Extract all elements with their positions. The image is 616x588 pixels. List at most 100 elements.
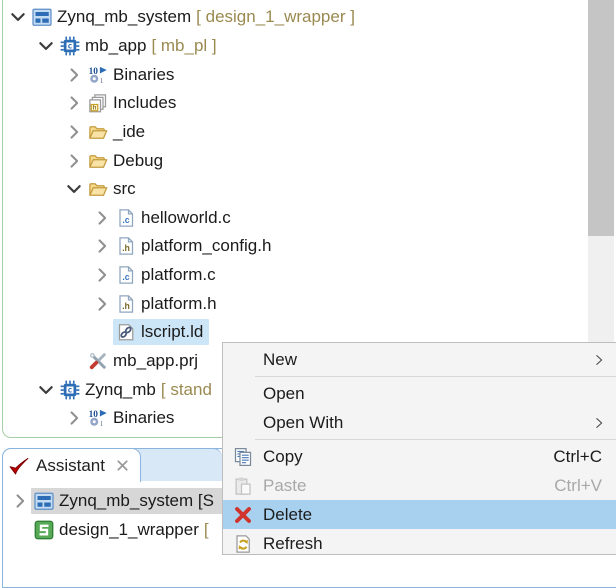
item-content: c mb_app[ mb_pl ] [57,33,223,59]
binaries-icon: 101 [87,407,109,429]
tree-item-zynq-mb-system[interactable]: Zynq_mb_system[ design_1_wrapper ] [3,3,616,32]
tree-item-label: Zynq_mb [85,380,156,400]
chevron-right-icon[interactable] [91,293,113,315]
twisty-spacer [9,519,31,541]
tree-item-mb-app[interactable]: c mb_app[ mb_pl ] [3,32,616,61]
tree-item-label: Zynq_mb_system [S [59,491,214,511]
submenu-arrow-icon [588,353,610,367]
chevron-right-icon[interactable] [91,264,113,286]
svg-text:.c: .c [122,272,129,282]
tab-assistant-label: Assistant [36,456,105,476]
chevron-down-icon[interactable] [63,178,85,200]
tree-item-label: Binaries [113,65,174,85]
item-content: .c platform.c [113,262,222,288]
menu-item-open-with[interactable]: Open With [223,408,616,437]
twisty-spacer [91,321,113,343]
chevron-down-icon[interactable] [35,379,57,401]
menu-separator [255,439,616,440]
svg-text:h: h [93,105,97,112]
svg-text:c: c [68,40,73,50]
chevron-right-icon[interactable] [63,64,85,86]
system-icon [33,490,55,512]
menu-item-refresh[interactable]: Refresh [223,529,616,555]
tree-item-suffix: [ mb_pl ] [151,36,216,56]
item-content: mb_app.prj [85,348,204,374]
tree-item-label: Binaries [113,408,174,428]
tree-item-helloworld-c[interactable]: .chelloworld.c [3,203,616,232]
tools-icon [87,350,109,372]
menu-item-label: Open [263,384,305,404]
tree-item-platform-config-h[interactable]: .hplatform_config.h [3,232,616,261]
svg-text:c: c [68,384,73,394]
item-content: .hplatform_config.h [113,233,277,259]
item-content: _ide [85,119,151,145]
refresh-icon [231,534,255,554]
folder-icon [87,178,109,200]
tree-item-platform-h[interactable]: .hplatform.h [3,289,616,318]
tree-item-debug[interactable]: Debug [3,146,616,175]
chevron-right-icon[interactable] [9,490,31,512]
copy-icon [231,447,255,467]
folder-icon [87,121,109,143]
tree-item-suffix: [ design_1_wrapper ] [196,7,355,27]
item-content: .hplatform.h [113,291,223,317]
chip-icon: c [59,35,81,57]
chevron-down-icon[interactable] [35,35,57,57]
svg-text:.h: .h [122,243,130,253]
svg-text:.c: .c [122,215,129,225]
chevron-right-icon[interactable] [63,150,85,172]
submenu-arrow-icon [588,416,610,430]
paste-icon [231,476,255,496]
tree-item-label: src [113,179,136,199]
close-icon[interactable] [111,458,130,473]
tree-item-label: _ide [113,122,145,142]
item-content: hIncludes [85,90,182,116]
c-file-icon: .c [115,207,137,229]
tree-item-platform-c[interactable]: .c platform.c [3,261,616,290]
assistant-check-icon [8,455,30,477]
chevron-right-icon[interactable] [63,92,85,114]
tree-item-label: mb_app [85,36,146,56]
svg-text:1: 1 [100,421,104,428]
menu-item-new[interactable]: New [223,345,616,374]
item-content: c Zynq_mb[ stand [57,377,218,403]
tree-item-suffix: [ [204,520,209,540]
tree-item-label: platform.h [141,294,217,314]
tree-item-ide[interactable]: _ide [3,118,616,147]
menu-item-delete[interactable]: Delete [223,500,616,529]
context-menu: New Open Open With Copy Ctrl+C PasteCtrl+VDel… [222,342,616,555]
tree-item-suffix: [ stand [161,380,212,400]
tree-item-binaries[interactable]: 101Binaries [3,60,616,89]
tree-item-label: platform.c [141,265,216,285]
tree-item-src[interactable]: src [3,175,616,204]
tree-item-label: Zynq_mb_system [57,7,191,27]
menu-item-label: Open With [263,413,343,433]
chevron-right-icon[interactable] [91,207,113,229]
twisty-spacer [63,350,85,372]
menu-item-open[interactable]: Open [223,379,616,408]
item-content: 101Binaries [85,405,180,431]
chevron-right-icon[interactable] [91,235,113,257]
design-icon [33,519,55,541]
h-file-icon: .h [115,293,137,315]
item-content: design_1_wrapper[ [31,517,215,543]
menu-item-paste[interactable]: PasteCtrl+V [223,471,616,500]
folder-icon [87,150,109,172]
menu-shortcut: Ctrl+C [553,447,602,467]
chevron-right-icon[interactable] [63,121,85,143]
tree-item-includes[interactable]: hIncludes [3,89,616,118]
chevron-right-icon[interactable] [63,407,85,429]
c-file-icon: .c [115,264,137,286]
item-content: .chelloworld.c [113,205,237,231]
scrollbar-thumb[interactable] [588,0,614,236]
menu-item-copy[interactable]: Copy Ctrl+C [223,442,616,471]
ld-file-icon [115,321,137,343]
tab-assistant[interactable]: Assistant [2,448,141,482]
chevron-down-icon[interactable] [7,6,29,28]
svg-text:1: 1 [100,78,104,85]
menu-item-label: Copy [263,447,303,467]
item-content: Zynq_mb_system[ design_1_wrapper ] [29,4,361,30]
tree-item-label: design_1_wrapper [59,520,199,540]
system-icon [31,6,53,28]
h-file-icon: .h [115,235,137,257]
